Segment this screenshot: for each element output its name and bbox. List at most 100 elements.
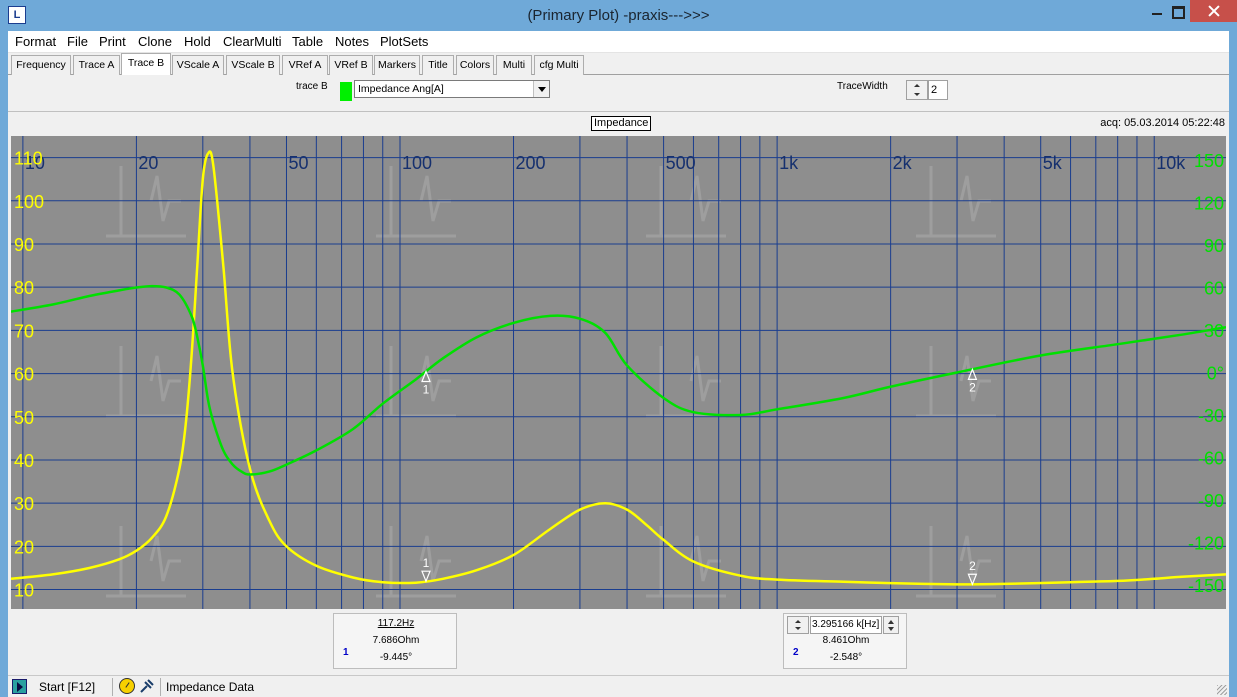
marker-2-magnitude: 8.461Ohm <box>822 635 870 646</box>
y-right-tick-label: 120 <box>1194 194 1224 214</box>
tab-markers[interactable]: Markers <box>374 55 420 75</box>
y-right-tick-label: -60 <box>1198 448 1224 468</box>
y-right-tick-label: -150 <box>1188 576 1224 596</box>
status-divider <box>112 678 113 696</box>
marker-1-magnitude: 7.686Ohm <box>372 635 420 646</box>
maximize-button[interactable] <box>1172 0 1192 22</box>
menu-bar: Format File Print Clone Hold ClearMulti … <box>8 31 1229 53</box>
plot-header: Impedance acq: 05.03.2014 05:22:48 <box>8 112 1229 136</box>
trace-width-label: TraceWidth <box>837 81 888 92</box>
marker-2-readout: 3.295166 k[Hz] 8.461Ohm -2.548° 2 <box>783 613 907 669</box>
impedance-chart[interactable]: 10 20 50 100 200 500 1k 2k 5k 10k 110 100 90 80 70 60 50… <box>11 136 1226 609</box>
y-left-tick-label: 60 <box>14 365 34 385</box>
start-button[interactable]: Start [F12] <box>39 680 95 694</box>
marker-2-frequency-input[interactable]: 3.295166 k[Hz] <box>810 616 882 634</box>
menu-format[interactable]: Format <box>15 34 56 49</box>
menu-file[interactable]: File <box>67 34 88 49</box>
minimize-button[interactable] <box>1142 0 1172 22</box>
spinner-up-icon[interactable] <box>914 84 920 87</box>
tab-cfg-multi[interactable]: cfg Multi <box>534 55 584 75</box>
y-left-tick-label: 70 <box>14 321 34 341</box>
tab-bar: Frequency Trace A Trace B VScale A VScal… <box>8 53 1229 76</box>
y-left-tick-label: 80 <box>14 278 34 298</box>
play-icon[interactable] <box>12 679 27 694</box>
marker-2-spinner[interactable] <box>787 616 809 634</box>
y-right-tick-label: 60 <box>1204 279 1224 299</box>
y-left-tick-label: 110 <box>14 149 43 169</box>
x-tick-label: 50 <box>288 153 308 173</box>
marker-label: 1 <box>423 556 430 570</box>
y-right-tick-label: 0° <box>1207 364 1224 384</box>
y-right-tick-label: -90 <box>1198 491 1224 511</box>
acquisition-timestamp: acq: 05.03.2014 05:22:48 <box>1100 117 1225 129</box>
trace-b-color-swatch[interactable] <box>340 82 352 101</box>
marker-2-number: 2 <box>793 647 799 658</box>
plot-area[interactable]: 10 20 50 100 200 500 1k 2k 5k 10k 110 100 90 80 70 60 50… <box>11 136 1226 609</box>
x-tick-label: 200 <box>516 153 546 173</box>
y-left-tick-label: 90 <box>14 235 34 255</box>
trace-b-select[interactable]: Impedance Ang[A] <box>354 80 550 98</box>
marker-readouts: 117.2Hz 7.686Ohm -9.445° 1 3.295166 k[Hz… <box>8 609 1229 675</box>
trace-controls: trace B Impedance Ang[A] TraceWidth 2 <box>8 75 1229 112</box>
tab-title[interactable]: Title <box>422 55 454 75</box>
marker-1-angle: -9.445° <box>379 652 413 663</box>
plot-background <box>11 136 1226 609</box>
probe-icon[interactable] <box>139 678 155 694</box>
marker-2-step-spinner[interactable] <box>883 616 899 634</box>
tab-trace-b[interactable]: Trace B <box>121 53 171 76</box>
y-left-tick-label: 100 <box>14 192 44 212</box>
window-border-left <box>0 31 8 697</box>
y-left-tick-label: 20 <box>14 537 34 557</box>
tab-frequency[interactable]: Frequency <box>11 55 71 75</box>
status-divider <box>160 678 161 696</box>
gauge-icon[interactable] <box>119 678 135 694</box>
chevron-down-icon[interactable] <box>533 81 549 97</box>
y-right-tick-label: 150 <box>1194 151 1224 171</box>
trace-b-label: trace B <box>296 81 328 92</box>
marker-1-frequency[interactable]: 117.2Hz <box>334 618 458 629</box>
menu-clearmulti[interactable]: ClearMulti <box>223 34 282 49</box>
marker-1-readout: 117.2Hz 7.686Ohm -9.445° 1 <box>333 613 457 669</box>
tab-vscale-b[interactable]: VScale B <box>226 55 280 75</box>
tab-multi[interactable]: Multi <box>496 55 532 75</box>
marker-label: 2 <box>969 380 976 394</box>
window-border-right <box>1229 31 1237 697</box>
plot-title[interactable]: Impedance <box>591 116 652 131</box>
menu-print[interactable]: Print <box>99 34 126 49</box>
x-tick-label: 10k <box>1156 153 1186 173</box>
marker-2-angle: -2.548° <box>829 652 863 663</box>
close-button[interactable] <box>1190 0 1237 22</box>
trace-b-select-value: Impedance Ang[A] <box>358 83 444 95</box>
status-bar: Start [F12] Impedance Data <box>8 675 1229 697</box>
window-title: (Primary Plot) -praxis--->>> <box>527 7 710 24</box>
marker-label: 2 <box>969 559 976 573</box>
tab-colors[interactable]: Colors <box>456 55 494 75</box>
resize-grip-icon[interactable] <box>1217 685 1227 695</box>
title-bar[interactable]: L (Primary Plot) -praxis--->>> <box>0 0 1237 31</box>
tab-vref-b[interactable]: VRef B <box>329 55 373 75</box>
menu-clone[interactable]: Clone <box>138 34 172 49</box>
menu-hold[interactable]: Hold <box>184 34 211 49</box>
menu-notes[interactable]: Notes <box>335 34 369 49</box>
y-left-tick-label: 40 <box>14 451 34 471</box>
x-tick-label: 1k <box>779 153 799 173</box>
x-tick-label: 20 <box>138 153 158 173</box>
tab-vscale-a[interactable]: VScale A <box>172 55 224 75</box>
menu-plotsets[interactable]: PlotSets <box>380 34 428 49</box>
tab-trace-a[interactable]: Trace A <box>73 55 120 75</box>
x-tick-label: 100 <box>402 153 432 173</box>
tab-vref-a[interactable]: VRef A <box>282 55 328 75</box>
y-right-tick-label: -120 <box>1188 533 1224 553</box>
status-text: Impedance Data <box>166 680 255 694</box>
trace-width-input[interactable]: 2 <box>928 80 948 100</box>
x-tick-label: 500 <box>666 153 696 173</box>
y-right-tick-label: -30 <box>1198 406 1224 426</box>
y-right-tick-label: 90 <box>1204 236 1224 256</box>
trace-width-spinner[interactable] <box>906 80 928 100</box>
x-tick-label: 5k <box>1043 153 1063 173</box>
spinner-down-icon[interactable] <box>914 93 920 96</box>
y-left-tick-label: 50 <box>14 408 34 428</box>
app-window: L (Primary Plot) -praxis--->>> Format Fi… <box>0 0 1237 697</box>
marker-label: 1 <box>423 383 430 397</box>
menu-table[interactable]: Table <box>292 34 323 49</box>
